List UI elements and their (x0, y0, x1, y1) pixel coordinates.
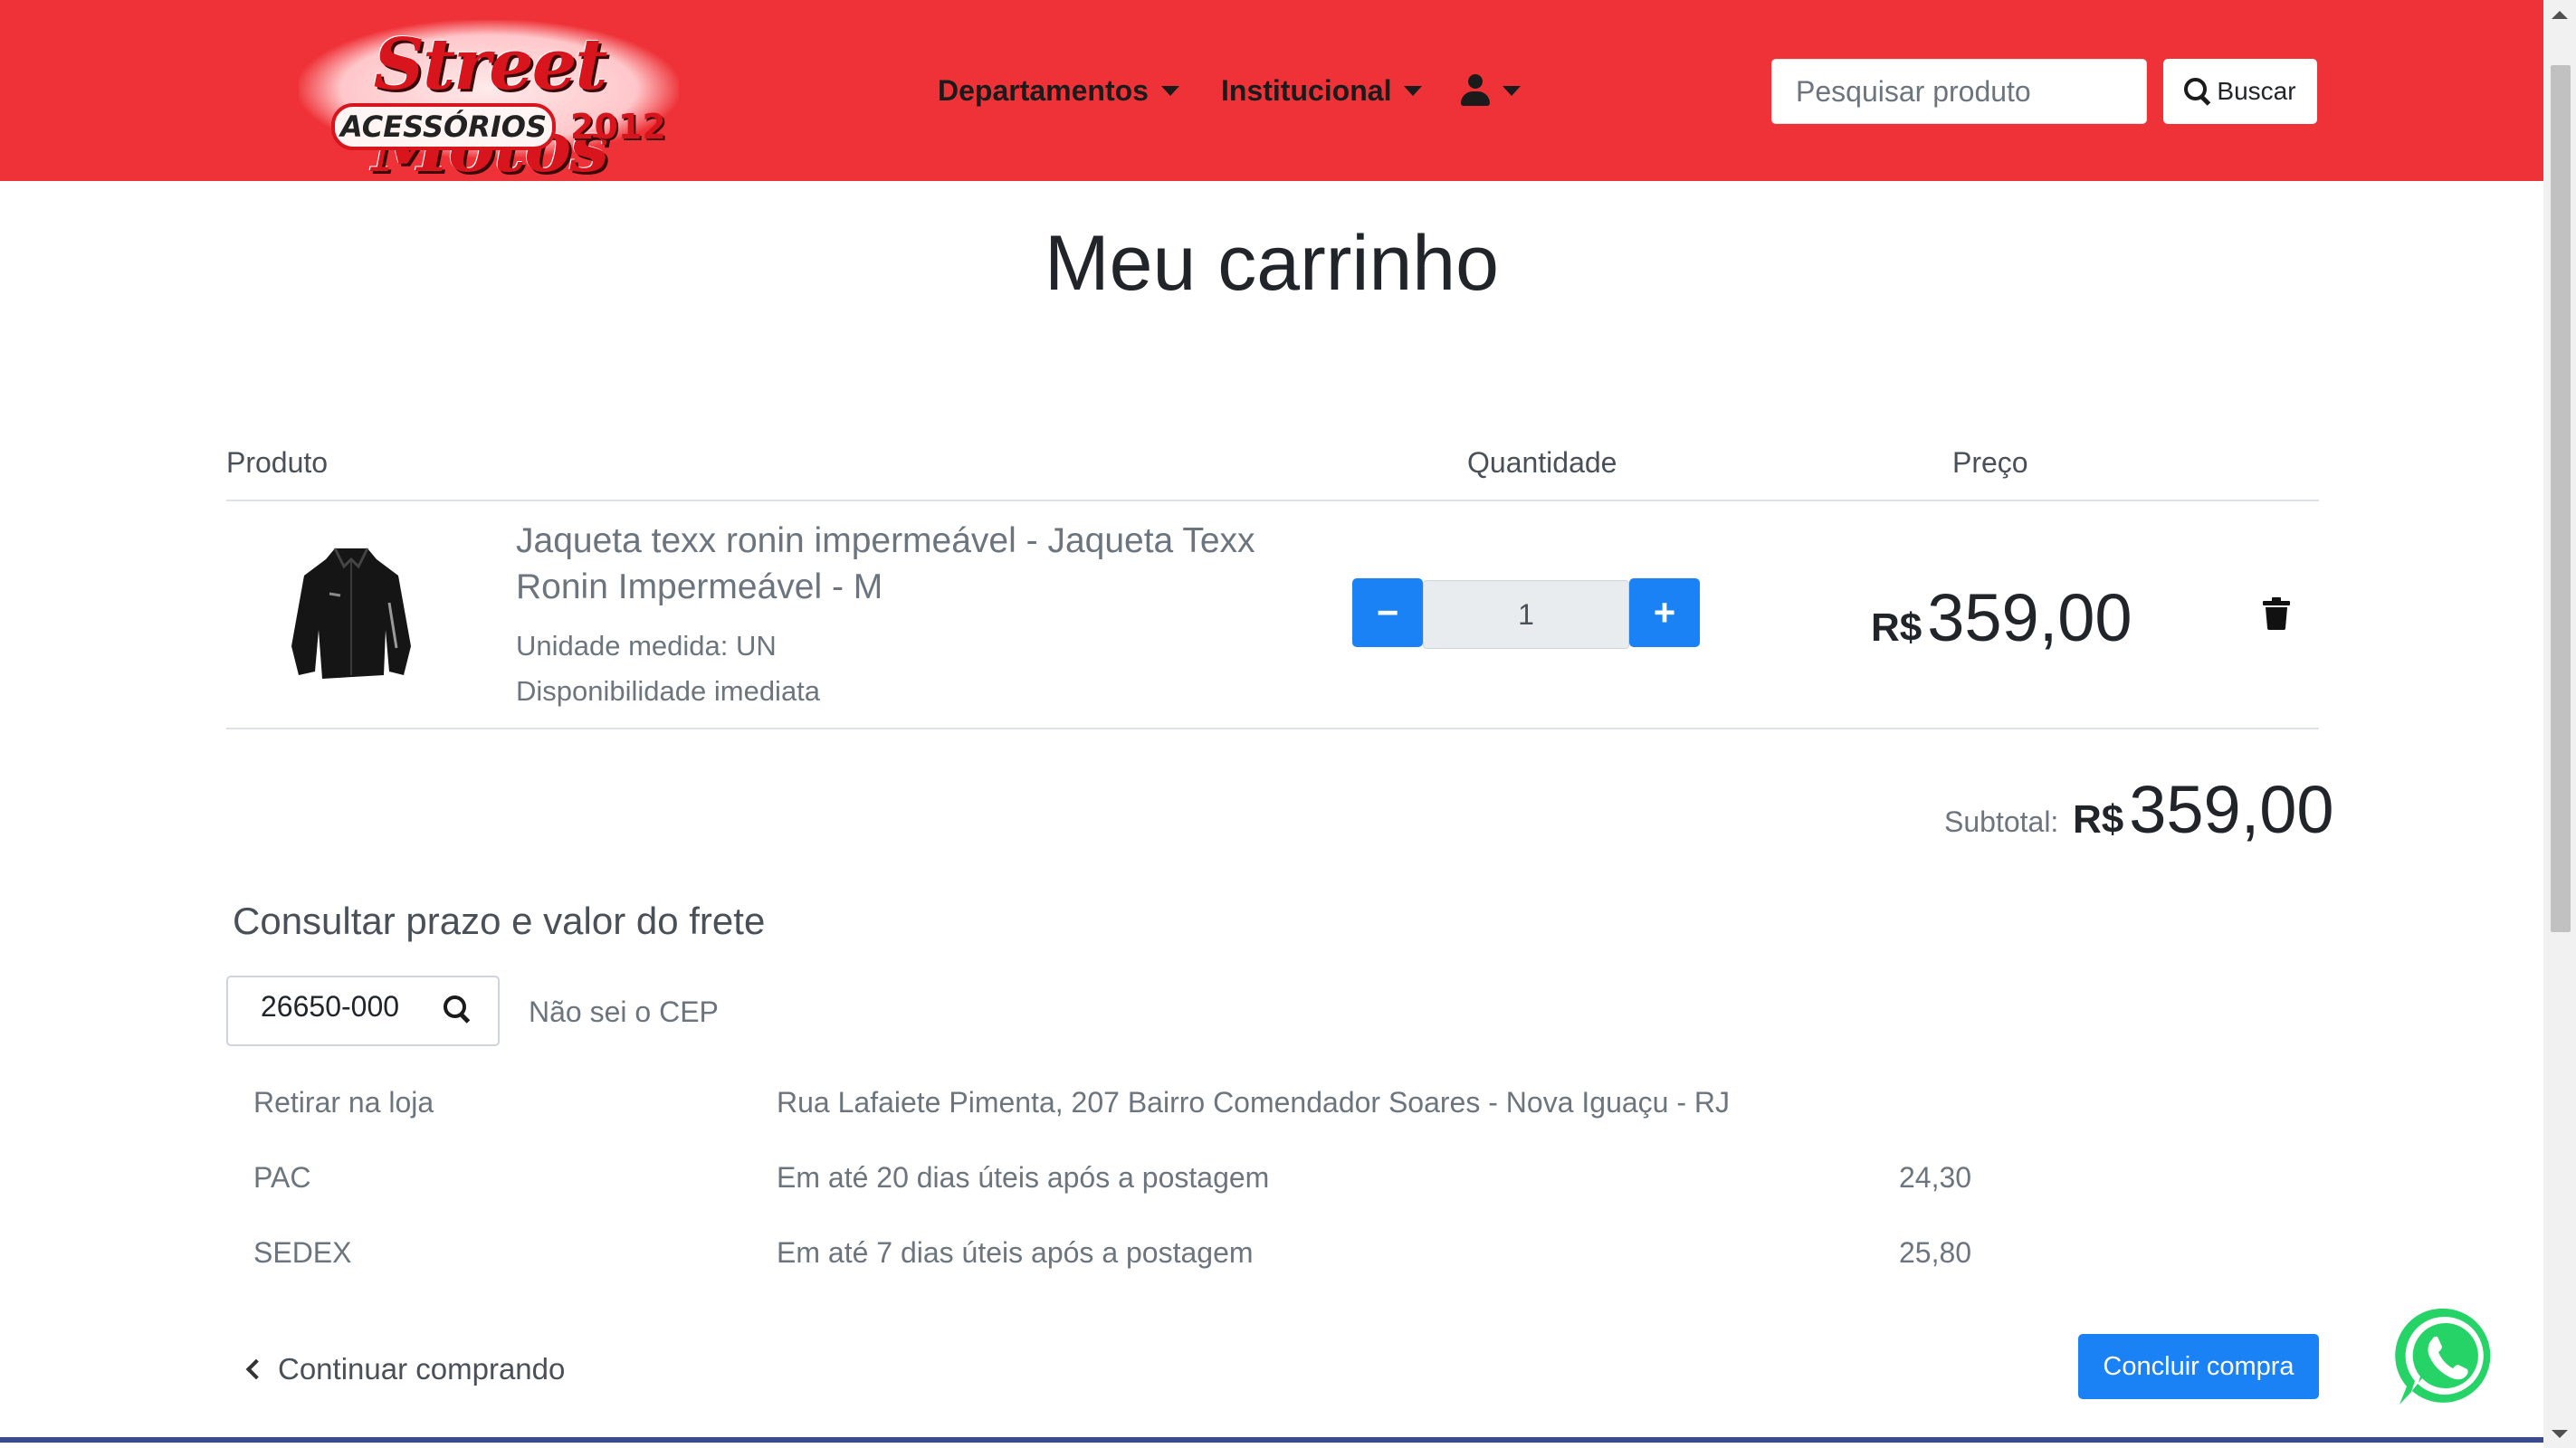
cep-input[interactable] (261, 990, 433, 1024)
trash-icon[interactable] (2263, 597, 2290, 630)
table-divider (226, 728, 2319, 729)
nav-departments[interactable]: Departamentos (938, 65, 1179, 116)
search-button[interactable]: Buscar (2163, 59, 2317, 124)
subtotal-value: 359,00 (2129, 772, 2334, 847)
product-availability: Disponibilidade imediata (516, 675, 821, 707)
plus-icon: + (1653, 591, 1676, 634)
scroll-up-arrow-icon[interactable] (2552, 11, 2568, 19)
unknown-cep-link[interactable]: Não sei o CEP (529, 996, 719, 1029)
search-icon[interactable] (444, 996, 471, 1023)
logo-subtitle: ACESSÓRIOS (331, 103, 556, 150)
shipping-option-description: Em até 7 dias úteis após a postagem (777, 1236, 1254, 1269)
column-header-quantity: Quantidade (1467, 446, 1617, 479)
shipping-option-price: 24,30 (1899, 1161, 1972, 1194)
item-price: R$ 359,00 (1871, 579, 2132, 656)
shipping-title: Consultar prazo e valor do frete (233, 900, 766, 942)
column-header-product: Produto (226, 446, 329, 479)
shipping-option-name: Retirar na loja (253, 1086, 434, 1119)
subtotal-label: Subtotal: (1944, 805, 2059, 838)
shipping-option-name: SEDEX (253, 1236, 352, 1269)
page-bottom-border (0, 1437, 2543, 1443)
product-name[interactable]: Jaqueta texx ronin impermeável - Jaqueta… (516, 518, 1258, 610)
quantity-input[interactable] (1423, 580, 1629, 649)
scroll-down-arrow-icon[interactable] (2552, 1430, 2568, 1438)
item-price-value: 359,00 (1927, 580, 2132, 655)
search-button-label: Buscar (2217, 77, 2296, 105)
increase-quantity-button[interactable]: + (1629, 578, 1700, 647)
shipping-option-description: Rua Lafaiete Pimenta, 207 Bairro Comenda… (777, 1086, 1730, 1119)
nav-departments-label: Departamentos (938, 73, 1149, 107)
table-divider (226, 500, 2319, 501)
nav-institutional-label: Institucional (1221, 73, 1392, 107)
nav-institutional[interactable]: Institucional (1221, 65, 1423, 116)
currency-symbol: R$ (2073, 797, 2124, 842)
checkout-button[interactable]: Concluir compra (2078, 1334, 2319, 1399)
product-unit: Unidade medida: UN (516, 630, 777, 662)
chevron-left-icon (245, 1358, 267, 1380)
site-header: Street Motos ACESSÓRIOS 2012 Departament… (0, 0, 2543, 188)
minus-icon: − (1376, 591, 1399, 634)
whatsapp-icon[interactable] (2392, 1303, 2499, 1412)
shipping-option-name: PAC (253, 1161, 311, 1194)
page-title: Meu carrinho (1045, 220, 1499, 307)
currency-symbol: R$ (1871, 605, 1922, 650)
search-input[interactable] (1771, 59, 2147, 124)
continue-shopping-link[interactable]: Continuar comprando (245, 1352, 566, 1386)
decrease-quantity-button[interactable]: − (1352, 578, 1423, 647)
chevron-down-icon (1503, 85, 1521, 96)
chevron-down-icon (1404, 85, 1423, 96)
shipping-option-description: Em até 20 dias úteis após a postagem (777, 1161, 1270, 1194)
user-icon (1461, 74, 1490, 107)
subtotal-amount: R$ 359,00 (2073, 771, 2334, 848)
logo-year: 2012 (570, 107, 666, 147)
column-header-price: Preço (1952, 446, 2028, 479)
cep-field[interactable] (226, 976, 500, 1046)
product-thumbnail[interactable] (288, 539, 415, 691)
store-logo[interactable]: Street Motos ACESSÓRIOS 2012 (299, 20, 679, 188)
scrollbar-thumb[interactable] (2551, 65, 2571, 932)
continue-shopping-label: Continuar comprando (278, 1352, 566, 1386)
user-menu[interactable] (1461, 65, 1521, 116)
shipping-option-price: 25,80 (1899, 1236, 1972, 1269)
search-icon (2184, 78, 2211, 105)
chevron-down-icon (1160, 85, 1179, 96)
